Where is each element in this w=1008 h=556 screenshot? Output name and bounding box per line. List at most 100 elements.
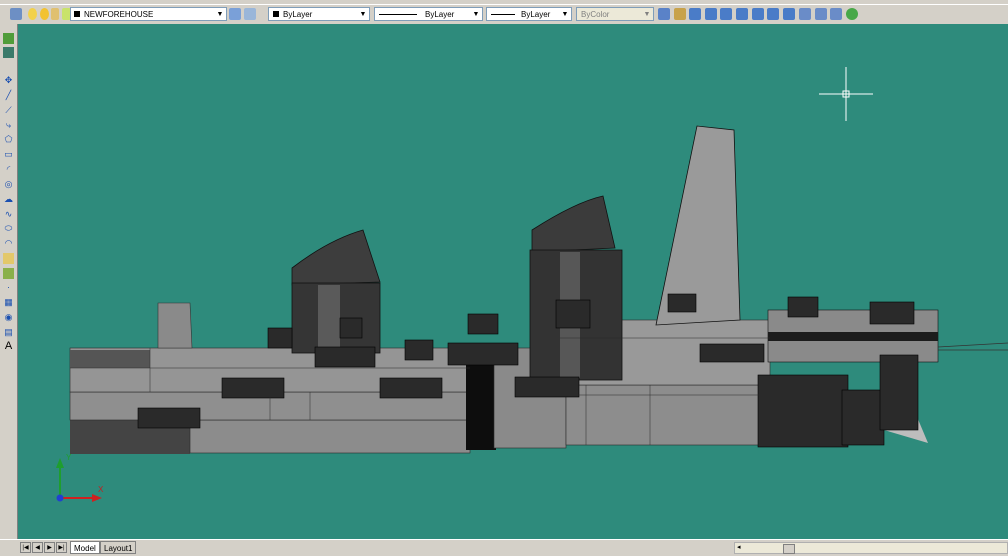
- line-icon[interactable]: ╱: [3, 90, 14, 101]
- polygon-icon[interactable]: ⬠: [3, 134, 14, 145]
- turret: [379, 377, 443, 399]
- horizontal-scrollbar[interactable]: ◂: [734, 542, 1008, 554]
- chevron-down-icon: ▼: [214, 8, 226, 20]
- funnel-forward-highlight: [318, 285, 340, 353]
- funnel-aft-top: [531, 195, 616, 253]
- layer-dropdown[interactable]: NEWFOREHOUSE ▼: [70, 7, 227, 21]
- point-icon[interactable]: ·: [3, 282, 14, 293]
- ellipse-icon[interactable]: ⬭: [3, 223, 14, 234]
- funnel-forward: [291, 229, 381, 354]
- design-center-icon[interactable]: [3, 47, 14, 58]
- 3d-wireframe-icon[interactable]: [674, 8, 686, 20]
- chevron-down-icon: ▼: [559, 8, 571, 20]
- linetype-preview: [379, 13, 417, 15]
- properties-toolbar: NEWFOREHOUSE ▼ ByLayer ▼ ByLayer ▼ ByLay…: [0, 0, 1008, 25]
- layer-name: NEWFOREHOUSE: [84, 9, 154, 19]
- tab-layout1[interactable]: Layout1: [100, 541, 137, 554]
- ucs-origin: [56, 494, 64, 502]
- rectangle-icon[interactable]: ▭: [3, 149, 14, 160]
- bottom-view-icon[interactable]: [752, 8, 764, 20]
- table-icon[interactable]: ▤: [3, 327, 14, 338]
- hull-bow-dark: [70, 350, 150, 368]
- stern-dark-band: [768, 332, 938, 341]
- layer-previous-icon[interactable]: [244, 8, 256, 20]
- ucs-x-label: X: [98, 485, 104, 494]
- multiline-text-icon[interactable]: A: [3, 341, 14, 352]
- turret: [314, 346, 376, 368]
- layout-tab-bar: |◀ ◀ ▶ ▶| Model Layout1 ◂: [0, 539, 1008, 556]
- make-block-icon[interactable]: [3, 268, 14, 279]
- linetype-value: ByLayer: [425, 9, 455, 19]
- scroll-left-icon[interactable]: ◂: [737, 543, 741, 553]
- polyline-icon[interactable]: ⤷: [3, 120, 14, 131]
- open-file-icon[interactable]: [3, 33, 14, 44]
- layer-manager-icon[interactable]: [10, 8, 22, 20]
- plotstyle-value: ByColor: [581, 9, 610, 19]
- construction-line-icon[interactable]: ⟋: [3, 105, 14, 116]
- top-view-icon[interactable]: [736, 8, 748, 20]
- arc-icon[interactable]: ◜: [3, 164, 14, 175]
- gouraud-shaded-icon[interactable]: [720, 8, 732, 20]
- ucs-y-label: Y: [66, 453, 72, 462]
- turret: [787, 296, 819, 318]
- last-tab-icon[interactable]: ▶|: [56, 542, 67, 553]
- hidden-icon[interactable]: [689, 8, 701, 20]
- spline-icon[interactable]: ∿: [3, 209, 14, 220]
- turret: [699, 343, 765, 363]
- stern-drum: [757, 374, 849, 448]
- turret: [869, 301, 915, 325]
- crosshair-cursor: [819, 67, 873, 121]
- region-icon[interactable]: ◉: [3, 312, 14, 323]
- revision-cloud-icon[interactable]: ☁: [3, 194, 14, 205]
- se-isometric-icon[interactable]: [815, 8, 827, 20]
- lineweight-value: ByLayer: [521, 9, 551, 19]
- color-value: ByLayer: [283, 9, 313, 19]
- turret: [447, 342, 519, 366]
- stern-drum-block: [841, 389, 885, 446]
- model-viewport[interactable]: X Y: [18, 24, 1008, 539]
- ellipse-arc-icon[interactable]: ◠: [3, 238, 14, 249]
- hull-lower: [189, 419, 471, 454]
- ne-isometric-icon[interactable]: [830, 8, 842, 20]
- waterline-right: [937, 342, 1008, 348]
- funnel-forward-top: [291, 229, 381, 286]
- make-object-layer-current-icon[interactable]: [229, 8, 241, 20]
- turret: [221, 377, 285, 399]
- next-tab-icon[interactable]: ▶: [44, 542, 55, 553]
- ucs-x-arrow: [92, 494, 102, 502]
- first-tab-icon[interactable]: |◀: [20, 542, 31, 553]
- chevron-down-icon: ▼: [470, 8, 482, 20]
- chevron-down-icon: ▼: [641, 8, 653, 20]
- hatch-icon[interactable]: ▦: [3, 297, 14, 308]
- lock-icon[interactable]: [51, 8, 59, 20]
- ship-model-render: X Y: [56, 67, 1008, 502]
- circle-icon[interactable]: ◎: [3, 179, 14, 190]
- draw-toolbar: ✥ ╱ ⟋ ⤷ ⬠ ▭ ◜ ◎ ☁ ∿ ⬭ ◠ · ▦ ◉ ▤ A: [0, 24, 18, 539]
- turret: [667, 293, 697, 313]
- orbit-icon[interactable]: [846, 8, 858, 20]
- linetype-control-dropdown[interactable]: ByLayer ▼: [374, 7, 483, 21]
- plotstyle-control-dropdown[interactable]: ByColor ▼: [576, 7, 654, 21]
- tab-model[interactable]: Model: [70, 541, 100, 554]
- lineweight-preview: [491, 13, 515, 15]
- sun-icon[interactable]: [40, 8, 49, 20]
- turret: [137, 407, 201, 429]
- lineweight-control-dropdown[interactable]: ByLayer ▼: [486, 7, 572, 21]
- sw-isometric-icon[interactable]: [799, 8, 811, 20]
- ucs-icon: X Y: [56, 453, 104, 502]
- forward-mast: [157, 302, 193, 349]
- right-view-icon[interactable]: [783, 8, 795, 20]
- scrollbar-thumb[interactable]: [783, 544, 795, 554]
- color-control-dropdown[interactable]: ByLayer ▼: [268, 7, 370, 21]
- hull-black-band: [466, 365, 496, 450]
- stern-column: [879, 354, 919, 431]
- left-view-icon[interactable]: [767, 8, 779, 20]
- insert-block-icon[interactable]: [3, 253, 14, 264]
- flat-shaded-icon[interactable]: [705, 8, 717, 20]
- move-icon[interactable]: ✥: [3, 75, 14, 86]
- 2d-wireframe-icon[interactable]: [658, 8, 670, 20]
- ucs-y-arrow: [56, 458, 64, 468]
- funnel-aft: [529, 195, 623, 381]
- prev-tab-icon[interactable]: ◀: [32, 542, 43, 553]
- lightbulb-icon[interactable]: [28, 8, 37, 20]
